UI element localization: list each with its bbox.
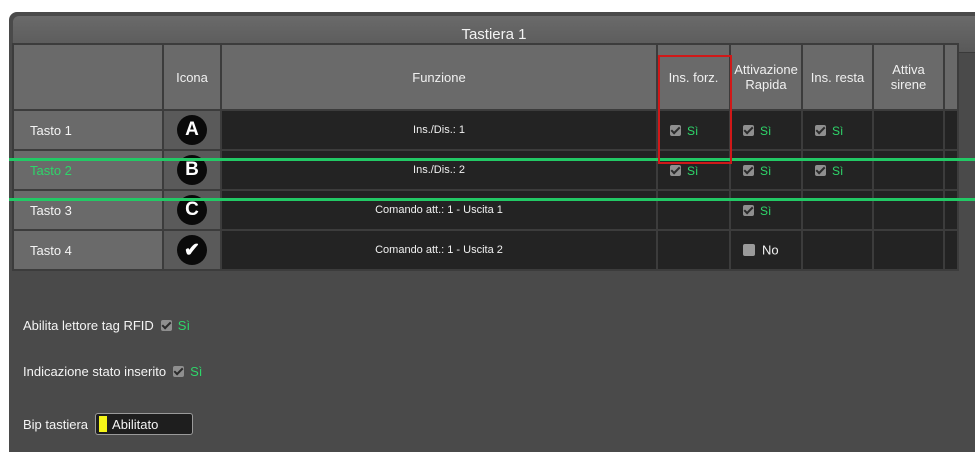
table-row[interactable]: Tasto 2 B Ins./Dis.: 2 Sì Sì Sì [12, 149, 959, 191]
function-cell[interactable]: Comando att.: 1 - Uscita 2 [220, 229, 658, 271]
stato-setting: Indicazione stato inserito Sì [23, 364, 202, 379]
attiva-sirene-cell[interactable] [872, 109, 945, 151]
ins-forz-cell[interactable] [656, 229, 731, 271]
rfid-label: Abilita lettore tag RFID [23, 318, 154, 333]
rfid-setting: Abilita lettore tag RFID Sì [23, 318, 190, 333]
extra-cell [943, 189, 959, 231]
checkbox-icon[interactable] [743, 204, 754, 216]
checkbox-icon[interactable] [743, 164, 754, 176]
rfid-checkbox-icon[interactable] [160, 320, 172, 331]
ins-forz-value: Sì [687, 163, 699, 178]
header-attiva-sirene: Attiva sirene [872, 43, 945, 111]
attivazione-cell[interactable]: Sì [729, 189, 803, 231]
attivazione-value: Sì [760, 123, 772, 138]
header-attivazione-line1: Attivazione [734, 62, 798, 77]
function-cell[interactable]: Comando att.: 1 - Uscita 1 [220, 189, 658, 231]
ins-forz-cell[interactable]: Sì [656, 109, 731, 151]
stato-checkbox-icon[interactable] [173, 366, 185, 377]
checkbox-icon[interactable] [815, 124, 826, 136]
table-row[interactable]: Tasto 1 A Ins./Dis.: 1 Sì Sì Sì [12, 109, 959, 151]
attivazione-value: No [762, 242, 779, 258]
ins-resta-cell[interactable]: Sì [801, 149, 874, 191]
extra-cell [943, 109, 959, 151]
header-attivazione-rapida: Attivazione Rapida [729, 43, 803, 111]
header-ins-forz: Ins. forz. [656, 43, 731, 111]
header-extra [943, 43, 959, 111]
bip-indicator-icon [99, 416, 108, 432]
ins-forz-cell[interactable]: Sì [656, 149, 731, 191]
checkbox-icon[interactable] [743, 124, 754, 136]
header-blank [12, 43, 164, 111]
check-mark-icon: ✔ [177, 235, 207, 265]
checkbox-icon[interactable] [743, 244, 755, 257]
checkbox-icon[interactable] [670, 124, 681, 136]
table-row[interactable]: Tasto 3 C Comando att.: 1 - Uscita 1 Sì [12, 189, 959, 231]
checkbox-icon[interactable] [815, 164, 826, 176]
row-name[interactable]: Tasto 4 [12, 229, 164, 271]
header-funzione: Funzione [220, 43, 658, 111]
header-attivazione-line2: Rapida [745, 77, 787, 92]
stato-label: Indicazione stato inserito [23, 364, 167, 379]
attivazione-value: Sì [760, 203, 772, 218]
icon-cell: A [162, 109, 222, 151]
header-ins-resta: Ins. resta [801, 43, 874, 111]
ins-forz-cell[interactable] [656, 189, 731, 231]
bip-label: Bip tastiera [23, 416, 89, 432]
attivazione-value: Sì [760, 163, 772, 178]
header-attiva-line2: sirene [890, 77, 927, 92]
attivazione-cell[interactable]: Sì [729, 149, 803, 191]
row-name[interactable]: Tasto 1 [12, 109, 164, 151]
extra-cell [943, 149, 959, 191]
icon-cell: C [162, 189, 222, 231]
icon-cell: ✔ [162, 229, 222, 271]
ins-resta-cell[interactable] [801, 189, 874, 231]
rfid-value: Sì [177, 318, 191, 333]
bip-value: Abilitato [112, 416, 159, 432]
row-name-selected[interactable]: Tasto 2 [12, 149, 164, 191]
ins-resta-cell[interactable]: Sì [801, 109, 874, 151]
ins-forz-value: Sì [687, 123, 699, 138]
header-icona: Icona [162, 43, 222, 111]
selection-line-bottom [9, 198, 975, 201]
ins-resta-value: Sì [832, 123, 844, 138]
header-attiva-line1: Attiva [892, 62, 925, 77]
checkbox-icon[interactable] [670, 164, 681, 176]
stato-value: Sì [190, 364, 203, 379]
attiva-sirene-cell[interactable] [872, 149, 945, 191]
function-cell[interactable]: Ins./Dis.: 1 [220, 109, 658, 151]
extra-cell [943, 229, 959, 271]
selection-line-top [9, 158, 975, 161]
table-header-row: Icona Funzione Ins. forz. Attivazione Ra… [12, 43, 959, 111]
bip-toggle[interactable]: Abilitato [95, 413, 194, 435]
attiva-sirene-cell[interactable] [872, 229, 945, 271]
ins-resta-value: Sì [832, 163, 844, 178]
attiva-sirene-cell[interactable] [872, 189, 945, 231]
keys-table: Icona Funzione Ins. forz. Attivazione Ra… [12, 43, 959, 271]
attivazione-cell[interactable]: No [729, 229, 803, 271]
attivazione-cell[interactable]: Sì [729, 109, 803, 151]
function-cell[interactable]: Ins./Dis.: 2 [220, 149, 658, 191]
icon-cell: B [162, 149, 222, 191]
key-a-icon: A [177, 115, 207, 145]
bip-setting: Bip tastiera Abilitato [23, 413, 194, 435]
row-name[interactable]: Tasto 3 [12, 189, 164, 231]
ins-resta-cell[interactable] [801, 229, 874, 271]
table-row[interactable]: Tasto 4 ✔ Comando att.: 1 - Uscita 2 No [12, 229, 959, 271]
